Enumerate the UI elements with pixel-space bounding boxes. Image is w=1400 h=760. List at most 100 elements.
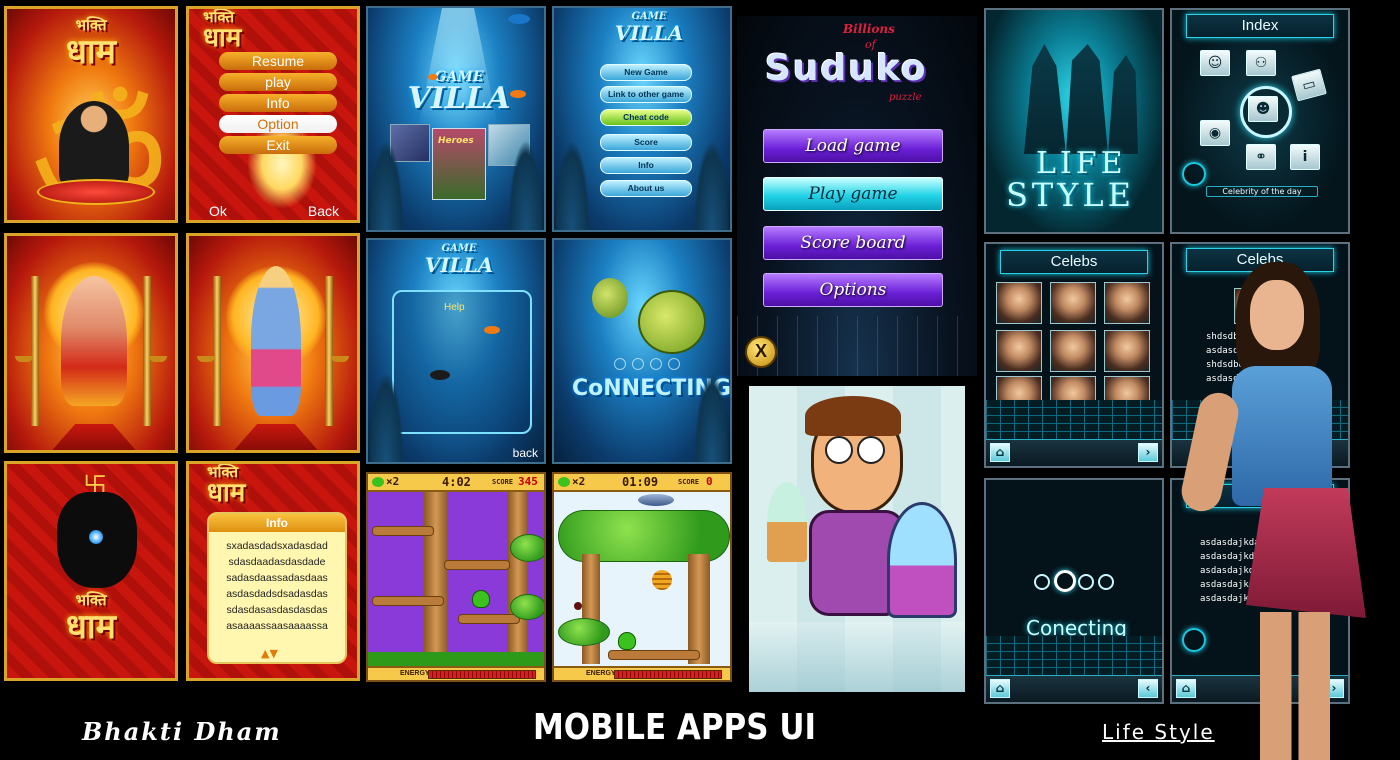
info-dialog-title: Info [209, 514, 345, 532]
score-button[interactable]: Score [600, 134, 692, 151]
energy-label: ENERGY [400, 670, 430, 677]
loading-dot [650, 358, 662, 370]
heroes-label: Heroes [438, 136, 474, 146]
score-board-button[interactable]: Score board [763, 226, 943, 260]
floor-grid [986, 400, 1162, 440]
red-carpet [47, 424, 141, 450]
bulb-icon[interactable]: ◉ [1200, 120, 1230, 146]
suduko-title: Suduko [765, 48, 928, 89]
loading-dot-active [1054, 570, 1076, 592]
menu-exit-button[interactable]: Exit [219, 136, 337, 154]
options-button[interactable]: Options [763, 273, 943, 307]
frog-player [472, 590, 490, 608]
group-icon[interactable]: ⚇ [1246, 50, 1276, 76]
score-value: 0 [706, 475, 713, 488]
model-face [1250, 280, 1304, 350]
loading-dot [668, 358, 680, 370]
info-icon[interactable]: i [1290, 144, 1320, 170]
celeb-thumbnail[interactable] [1104, 330, 1150, 372]
cartoon-hair [805, 396, 901, 436]
timer: 4:02 [442, 475, 471, 489]
info-text-line: sdasdaadasdasdade [228, 556, 326, 568]
about-us-button[interactable]: About us [600, 180, 692, 197]
home-icon[interactable]: ⌂ [990, 443, 1010, 462]
fish-icon [510, 90, 526, 98]
bhakti-menu-title: भक्ति धाम [189, 9, 357, 51]
link-other-game-button[interactable]: Link to other game [600, 86, 692, 103]
home-icon[interactable]: ⌂ [990, 679, 1010, 698]
menu-info-button[interactable]: Info [219, 94, 337, 112]
chakra-glow-icon [89, 530, 103, 544]
menu-option-button[interactable]: Option [219, 115, 337, 133]
lifestyle-celebs-grid-screen: Celebs ⌂ › [984, 242, 1164, 468]
bhakti-rama-screen [186, 233, 360, 453]
info-dialog: Info sxadasdadsxadasdad sdasdaadasdasdad… [207, 512, 347, 664]
branch-platform [372, 526, 434, 536]
celeb-thumbnail[interactable] [996, 282, 1042, 324]
scroll-arrows-icon[interactable]: ▲▼ [261, 647, 278, 660]
bhakti-title-small: भक्ति [75, 591, 107, 609]
left-pillar [213, 276, 221, 426]
bhakti-info-title: भक्ति धाम [189, 464, 357, 506]
leaf-cluster [510, 534, 544, 562]
info-text-line: asaaaassaasaaaassa [226, 620, 328, 632]
right-pillar [325, 276, 333, 426]
ok-softkey[interactable]: Ok [209, 203, 227, 219]
cheat-code-button[interactable]: Cheat code [600, 109, 692, 126]
play-game-button[interactable]: Play game [763, 177, 943, 211]
loading-dot [1098, 574, 1114, 590]
info-button[interactable]: Info [600, 157, 692, 174]
villa-menu-screen: GAME VILLA New Game Link to other game C… [552, 6, 732, 232]
celeb-thumbnail[interactable] [1050, 282, 1096, 324]
branch-platform [372, 596, 444, 606]
timer: 01:09 [622, 475, 659, 489]
profile-icon[interactable]: ☺ [1200, 50, 1230, 76]
fish-icon [428, 74, 438, 80]
loading-dot [614, 358, 626, 370]
model-skirt [1246, 488, 1366, 618]
seaweed [554, 140, 590, 230]
spider-icon [574, 602, 582, 610]
villa-help-screen: GAME VILLA Help back [366, 238, 546, 464]
back-softkey[interactable]: Back [308, 203, 339, 219]
rama-figure [251, 266, 301, 416]
next-icon[interactable]: › [1138, 443, 1158, 462]
lamp-icon [149, 356, 167, 362]
menu-resume-button[interactable]: Resume [219, 52, 337, 70]
life-style-caption: Life Style [1102, 720, 1215, 744]
bhakti-title-bottom: भक्ति धाम [7, 592, 175, 646]
energy-bar: ENERGY [368, 666, 544, 680]
branch-platform [608, 650, 700, 660]
couple-icon[interactable]: ⚭ [1246, 144, 1276, 170]
cartoon-icecream-panel [749, 386, 965, 692]
load-game-button[interactable]: Load game [763, 129, 943, 163]
ufo-icon [638, 494, 674, 506]
floor-grid [986, 636, 1162, 676]
new-game-button[interactable]: New Game [600, 64, 692, 81]
platform-game-screen-2: ×2 01:09 SCORE 0 ENERGY [552, 472, 732, 682]
page-title: MOBILE APPS UI [533, 707, 816, 748]
celeb-thumbnail[interactable] [1050, 330, 1096, 372]
menu-play-button[interactable]: play [219, 73, 337, 91]
lamp-icon [331, 356, 349, 362]
platform-game-screen-1: ×2 4:02 SCORE 345 ENERGY [366, 472, 546, 682]
cartoon-eye [857, 436, 885, 464]
celeb-thumbnail[interactable] [996, 330, 1042, 372]
celeb-thumbnail[interactable] [1104, 282, 1150, 324]
people-silhouettes [1024, 44, 1138, 154]
celebrity-icon[interactable]: ☻ [1248, 96, 1278, 122]
back-softkey[interactable]: back [513, 446, 538, 460]
info-text-line: asdasdadsdsadasdas [226, 588, 328, 600]
gallery-icon[interactable]: ▭ [1291, 68, 1327, 102]
red-carpet [229, 424, 323, 450]
suduko-subtitle: puzzle [889, 92, 922, 103]
close-button[interactable]: X [745, 336, 777, 368]
bhakti-softkeys: Ok Back [189, 202, 357, 220]
energy-label: ENERGY [586, 670, 616, 677]
back-icon[interactable]: ‹ [1138, 679, 1158, 698]
lotus-base [37, 179, 155, 205]
meditating-monk-figure [59, 101, 129, 191]
index-title: Index [1186, 14, 1334, 38]
score-label: SCORE [492, 478, 514, 486]
left-pillar [31, 276, 39, 426]
